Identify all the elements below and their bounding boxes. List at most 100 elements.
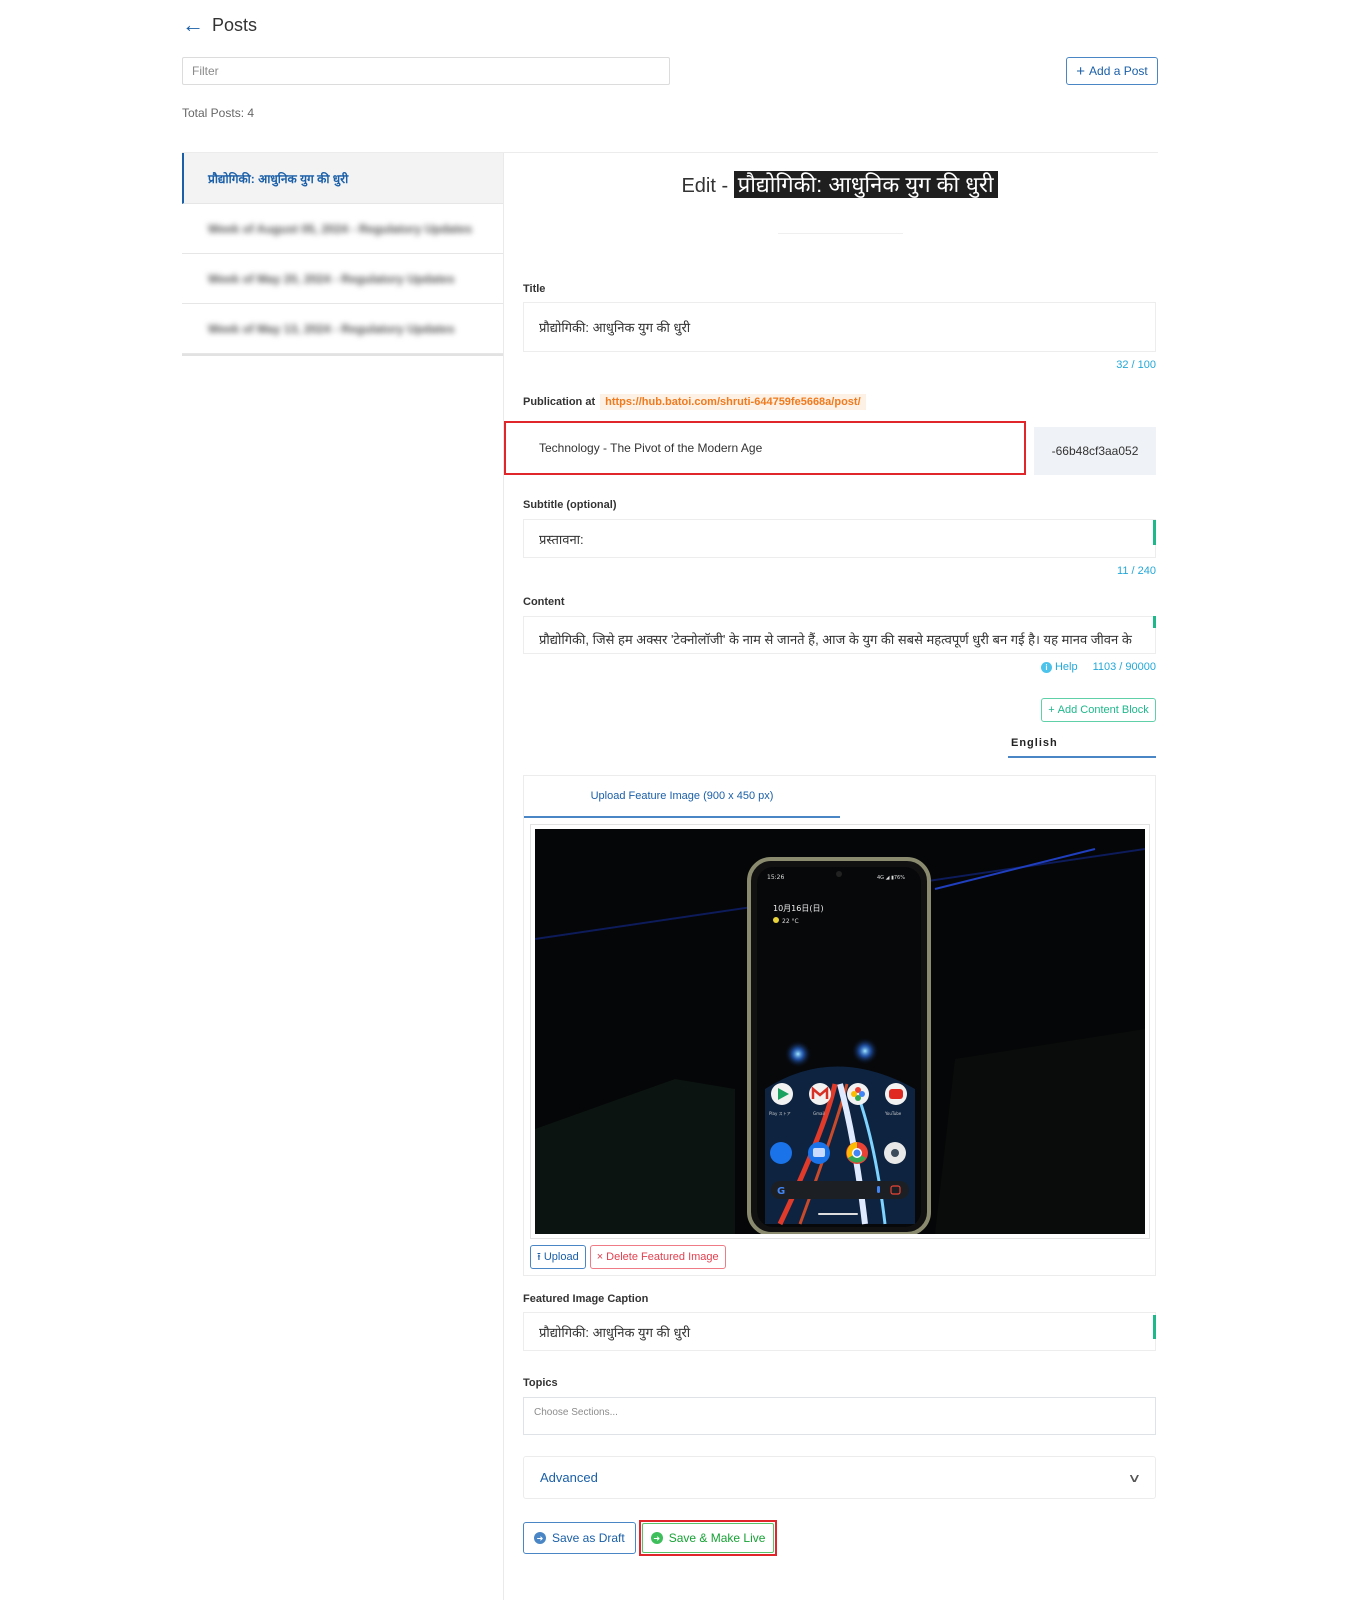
chevron-down-icon: ∨ [1127, 1470, 1142, 1485]
street-light [851, 1037, 879, 1065]
phone-status: 4G ◢ ▮76% [877, 875, 905, 881]
edit-heading-title: प्रौद्योगिकी: आधुनिक युग की धुरी [733, 171, 998, 198]
arrow-right-icon: ➜ [534, 1532, 546, 1544]
post-item-label: Week of August 05, 2024 - Regulatory Upd… [208, 221, 473, 236]
post-item-label: Week of May 13, 2024 - Regulatory Update… [208, 321, 455, 336]
post-list-item[interactable]: Week of May 13, 2024 - Regulatory Update… [182, 304, 504, 354]
post-item-label: प्रौद्योगिकी: आधुनिक युग की धुरी [208, 171, 349, 186]
divider [182, 354, 504, 356]
title-counter: 32 / 100 [1116, 359, 1156, 371]
topics-select[interactable]: Choose Sections... [523, 1397, 1156, 1435]
phone-app-icon [770, 1142, 792, 1164]
title-input[interactable]: प्रौद्योगिकी: आधुनिक युग की धुरी [523, 302, 1156, 352]
caption-label: Featured Image Caption [523, 1293, 649, 1305]
post-list-item-active[interactable]: प्रौद्योगिकी: आधुनिक युग की धुरी [182, 153, 504, 204]
subtitle-label: Subtitle (optional) [523, 499, 617, 511]
advanced-label: Advanced [540, 1470, 598, 1485]
content-counter: 1103 / 90000 [1092, 661, 1156, 673]
save-draft-label: Save as Draft [552, 1531, 625, 1545]
info-icon: i [1040, 662, 1052, 673]
total-posts-count: Total Posts: 4 [182, 106, 255, 120]
photos-petal [851, 1091, 857, 1097]
gesture-bar [818, 1213, 858, 1215]
street-light [784, 1040, 812, 1068]
topics-placeholder: Choose Sections... [534, 1407, 618, 1418]
front-camera [836, 871, 842, 877]
column-divider [503, 153, 504, 1600]
featured-image-photo: 15:26 4G ◢ ▮76% 10月16日(日) 22 °C Play ストア [535, 829, 1145, 1234]
app-label: Play ストア [769, 1111, 791, 1116]
arrow-right-icon: ➜ [650, 1532, 663, 1544]
add-post-button[interactable]: + Add a Post [1066, 57, 1158, 85]
resize-handle[interactable] [1153, 616, 1156, 628]
edit-heading: Edit - प्रौद्योगिकी: आधुनिक युग की धुरी [523, 169, 1156, 199]
phone-time: 15:26 [767, 874, 784, 881]
post-list: प्रौद्योगिकी: आधुनिक युग की धुरी Week of… [182, 153, 504, 356]
form-actions: ➜ Save as Draft ➜ Save & Make Live [523, 1520, 778, 1556]
add-content-block-button[interactable]: + Add Content Block [1041, 698, 1156, 722]
photos-icon [847, 1083, 869, 1105]
subtitle-input[interactable]: प्रस्तावना: [523, 519, 1156, 558]
publication-label: Publication at https://hub.batoi.com/shru… [523, 394, 866, 410]
post-list-item[interactable]: Week of May 20, 2024 - Regulatory Update… [182, 254, 504, 304]
filter-input[interactable] [182, 57, 670, 85]
caption-value: प्रौद्योगिकी: आधुनिक युग की धुरी [539, 1324, 691, 1340]
slug-value: Technology - The Pivot of the Modern Age [539, 441, 763, 455]
highlight-box: ➜ Save & Make Live [638, 1520, 778, 1556]
post-list-item[interactable]: Week of August 05, 2024 - Regulatory Upd… [182, 204, 504, 254]
save-live-label: Save & Make Live [668, 1531, 766, 1545]
caption-input[interactable]: प्रौद्योगिकी: आधुनिक युग की धुरी [523, 1312, 1156, 1351]
divider [778, 233, 903, 234]
content-meta: i Help 1103 / 90000 [1040, 661, 1156, 673]
publication-url[interactable]: https://hub.batoi.com/shruti-644759fe566… [600, 394, 866, 410]
plus-icon: + [1048, 704, 1055, 716]
subtitle-counter: 11 / 240 [1117, 565, 1156, 577]
camera-lens [891, 1149, 899, 1157]
add-post-label: Add a Post [1089, 64, 1148, 78]
content-editor[interactable]: प्रौद्योगिकी, जिसे हम अक्सर 'टेक्नोलॉजी'… [523, 616, 1156, 654]
title-label: Title [523, 283, 546, 295]
subtitle-value: प्रस्तावना: [539, 531, 584, 547]
tab-upload-feature-image[interactable]: Upload Feature Image (900 x 450 px) [524, 776, 840, 818]
slug-input[interactable]: Technology - The Pivot of the Modern Age [504, 421, 1026, 475]
phone-weather: 22 °C [782, 918, 799, 925]
content-label: Content [523, 596, 565, 608]
help-label: Help [1054, 661, 1078, 673]
phone-date: 10月16日(日) [773, 904, 824, 913]
close-icon: × [596, 1251, 604, 1263]
delete-label: Delete Featured Image [606, 1251, 719, 1263]
chrome-center [853, 1149, 861, 1157]
slug-suffix: -66b48cf3aa052 [1034, 427, 1156, 475]
feature-image-panel: Upload Feature Image (900 x 450 px) 15:2… [523, 775, 1156, 1276]
upload-button[interactable]: ⭱ Upload [530, 1245, 586, 1269]
sun-icon [773, 917, 779, 923]
tab-english[interactable]: English [1008, 731, 1156, 758]
upload-label: Upload [543, 1251, 579, 1263]
resize-handle[interactable] [1153, 1315, 1156, 1339]
advanced-accordion[interactable]: Advanced ∨ [523, 1456, 1156, 1499]
topics-label: Topics [523, 1377, 558, 1389]
app-label: Gmail [813, 1111, 825, 1116]
youtube-glyph [889, 1089, 903, 1099]
page-header: ← Posts [182, 14, 257, 36]
page-title: Posts [212, 14, 258, 35]
upload-icon: ⭱ [537, 1250, 541, 1263]
publication-label-text: Publication at [523, 396, 596, 408]
google-logo: G [777, 1186, 785, 1197]
post-item-label: Week of May 20, 2024 - Regulatory Update… [208, 271, 455, 286]
phone-search-bar [771, 1181, 909, 1199]
app-label: YouTube [884, 1111, 902, 1116]
content-value: प्रौद्योगिकी, जिसे हम अक्सर 'टेक्नोलॉजी'… [539, 632, 1132, 647]
resize-handle[interactable] [1153, 520, 1156, 545]
arrow-left-icon[interactable]: ← [182, 14, 204, 36]
delete-featured-image-button[interactable]: × Delete Featured Image [589, 1245, 726, 1269]
mic-icon [877, 1186, 880, 1193]
save-make-live-button[interactable]: ➜ Save & Make Live [641, 1523, 775, 1553]
plus-icon: + [1076, 62, 1086, 80]
image-actions: ⭱ Upload × Delete Featured Image [530, 1245, 726, 1269]
featured-image: 15:26 4G ◢ ▮76% 10月16日(日) 22 °C Play ストア [530, 824, 1150, 1239]
help-link[interactable]: i Help [1040, 661, 1078, 673]
buildings-right [935, 1029, 1145, 1234]
title-value: प्रौद्योगिकी: आधुनिक युग की धुरी [539, 320, 691, 335]
save-draft-button[interactable]: ➜ Save as Draft [523, 1522, 636, 1554]
